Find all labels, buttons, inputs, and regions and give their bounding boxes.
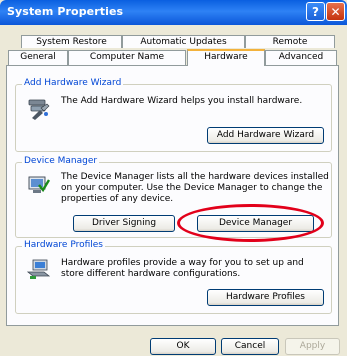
highlight-ellipse [177, 204, 324, 242]
driver-signing-button-label: Driver Signing [91, 218, 157, 228]
hardware-panel: Add Hardware Wizard The Add Hardware Wiz… [6, 65, 339, 326]
system-properties-window: System Properties ? ✕ System Restore Aut… [0, 0, 347, 356]
add-hardware-group: Add Hardware Wizard The Add Hardware Wiz… [15, 78, 332, 152]
tab-system-restore[interactable]: System Restore [21, 35, 122, 48]
hardware-profiles-group: Hardware Profiles Hardware profiles prov… [15, 240, 332, 314]
hardware-profiles-description: Hardware profiles provide a way for you … [61, 258, 304, 279]
driver-signing-button[interactable]: Driver Signing [73, 215, 175, 232]
apply-button: Apply [285, 338, 340, 355]
hardware-profiles-group-label: Hardware Profiles [22, 240, 105, 250]
hardware-profiles-button[interactable]: Hardware Profiles [207, 289, 324, 306]
tab-hardware[interactable]: Hardware [187, 49, 265, 66]
device-manager-description: The Device Manager lists all the hardwar… [61, 172, 329, 204]
tab-computer-name[interactable]: Computer Name [68, 50, 186, 65]
hardware-wizard-icon [28, 99, 50, 120]
add-hardware-wizard-button-label: Add Hardware Wizard [216, 130, 315, 140]
ok-button[interactable]: OK [150, 338, 216, 355]
hardware-profiles-button-label: Hardware Profiles [226, 292, 305, 302]
add-hardware-description: The Add Hardware Wizard helps you instal… [61, 96, 303, 106]
tab-automatic-updates[interactable]: Automatic Updates [122, 35, 245, 48]
device-manager-icon [28, 176, 51, 193]
close-button[interactable]: ✕ [326, 2, 345, 21]
tab-remote[interactable]: Remote [245, 35, 335, 48]
hardware-profiles-icon [27, 259, 51, 279]
add-hardware-group-label: Add Hardware Wizard [22, 78, 124, 88]
help-button[interactable]: ? [306, 2, 325, 21]
tab-general[interactable]: General [8, 50, 68, 65]
cancel-button[interactable]: Cancel [221, 338, 279, 355]
add-hardware-wizard-button[interactable]: Add Hardware Wizard [207, 127, 324, 144]
device-manager-group-label: Device Manager [22, 156, 100, 166]
window-title: System Properties [7, 5, 124, 18]
tab-advanced[interactable]: Advanced [265, 50, 337, 65]
title-bar[interactable]: System Properties ? ✕ [0, 0, 347, 25]
